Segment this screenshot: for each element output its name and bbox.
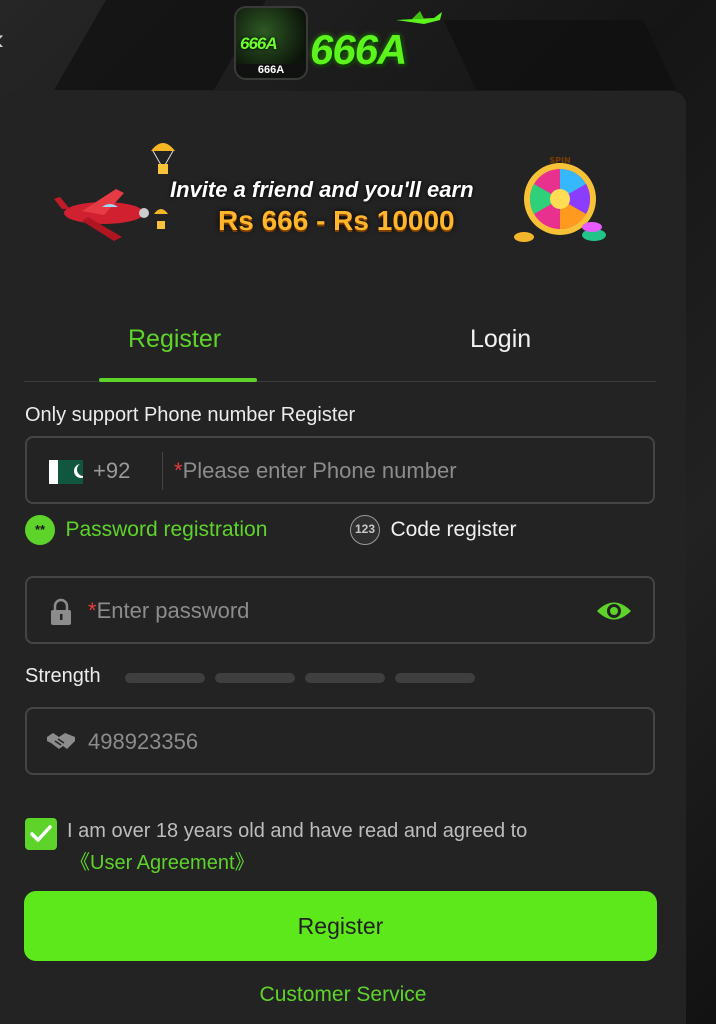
phone-placeholder: Please enter Phone number: [182, 458, 457, 483]
invite-code-input[interactable]: 498923356: [88, 729, 198, 755]
lock-icon: [51, 598, 71, 625]
spin-wheel-icon: SPIN: [514, 156, 606, 242]
strength-bar: [395, 673, 475, 683]
logo-text: 666A: [310, 26, 407, 73]
eye-icon[interactable]: [595, 598, 633, 624]
banner-amount: Rs 666 - Rs 10000: [218, 205, 455, 236]
code-mode-label: Code register: [390, 518, 517, 541]
strength-bar: [215, 673, 295, 683]
user-agreement-link[interactable]: 《User Agreement》: [70, 846, 255, 875]
active-tab-indicator: [99, 378, 257, 382]
password-placeholder: Enter password: [96, 598, 250, 623]
tab-register[interactable]: Register: [128, 325, 221, 354]
handshake-icon: [47, 733, 75, 749]
tab-login[interactable]: Login: [470, 325, 531, 354]
parachute-gift-icon: [154, 209, 168, 229]
agree-checkbox[interactable]: [25, 818, 57, 850]
password-mode-label: Password registration: [65, 518, 268, 541]
password-input[interactable]: *Enter password: [88, 598, 249, 624]
banner-headline: Invite a friend and you'll earn: [170, 177, 474, 202]
agreement-text: I am over 18 years old and have read and…: [67, 820, 528, 842]
bg-shape: [443, 20, 677, 90]
code-register-option[interactable]: 123 Code register: [350, 515, 517, 547]
register-button[interactable]: Register: [24, 891, 657, 961]
back-icon[interactable]: ‹: [0, 22, 16, 58]
app-logo: 666A 666A 666A: [234, 4, 448, 80]
customer-service-link[interactable]: Customer Service: [0, 983, 686, 1007]
password-field[interactable]: *Enter password: [25, 576, 655, 644]
phone-field[interactable]: +92 *Please enter Phone number: [25, 436, 655, 504]
invite-banner[interactable]: Invite a friend and you'll earn Rs 666 -…: [52, 131, 612, 261]
phone-input[interactable]: *Please enter Phone number: [174, 458, 457, 484]
strength-bar: [125, 673, 205, 683]
auth-panel: Invite a friend and you'll earn Rs 666 -…: [0, 91, 686, 1024]
password-registration-option[interactable]: ** Password registration: [25, 515, 267, 547]
required-mark: *: [88, 598, 97, 623]
divider: [162, 452, 163, 490]
password-mode-icon: **: [25, 515, 55, 545]
parachute-gift-icon: [151, 143, 175, 174]
spin-label: SPIN: [549, 156, 570, 165]
code-mode-icon: 123: [350, 515, 380, 545]
check-icon: [30, 825, 52, 842]
strength-bar: [305, 673, 385, 683]
logo-icon-text: 666A: [240, 34, 278, 53]
required-mark: *: [174, 458, 183, 483]
country-code[interactable]: +92: [93, 458, 130, 484]
pakistan-flag-icon[interactable]: [49, 460, 83, 484]
auth-tabs: Register Login: [24, 317, 656, 382]
red-plane-icon: [54, 189, 149, 241]
register-note: Only support Phone number Register: [25, 404, 356, 426]
invite-code-field[interactable]: 498923356: [25, 707, 655, 775]
strength-label: Strength: [25, 665, 101, 687]
app-icon: 666A 666A: [234, 6, 308, 80]
logo-icon-subtext: 666A: [236, 64, 306, 76]
